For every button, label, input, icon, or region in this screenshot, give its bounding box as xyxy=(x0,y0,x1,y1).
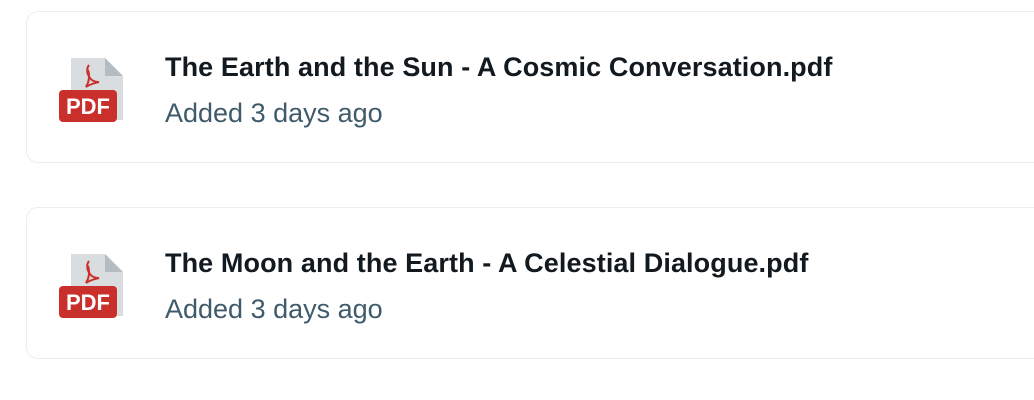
pdf-file-icon: PDF xyxy=(59,56,125,122)
file-name[interactable]: The Moon and the Earth - A Celestial Dia… xyxy=(165,246,1034,280)
file-card[interactable]: PDF The Earth and the Sun - A Cosmic Con… xyxy=(26,11,1034,163)
file-added-date: Added 3 days ago xyxy=(165,294,383,324)
file-added-date: Added 3 days ago xyxy=(165,98,383,128)
file-card[interactable]: PDF The Moon and the Earth - A Celestial… xyxy=(26,207,1034,359)
pdf-file-icon: PDF xyxy=(59,252,125,318)
file-info: The Earth and the Sun - A Cosmic Convers… xyxy=(165,50,1034,130)
pdf-badge-text: PDF xyxy=(66,290,110,315)
file-info: The Moon and the Earth - A Celestial Dia… xyxy=(165,246,1034,326)
file-list: PDF The Earth and the Sun - A Cosmic Con… xyxy=(0,0,1034,400)
file-name[interactable]: The Earth and the Sun - A Cosmic Convers… xyxy=(165,50,1034,84)
pdf-badge-text: PDF xyxy=(66,94,110,119)
